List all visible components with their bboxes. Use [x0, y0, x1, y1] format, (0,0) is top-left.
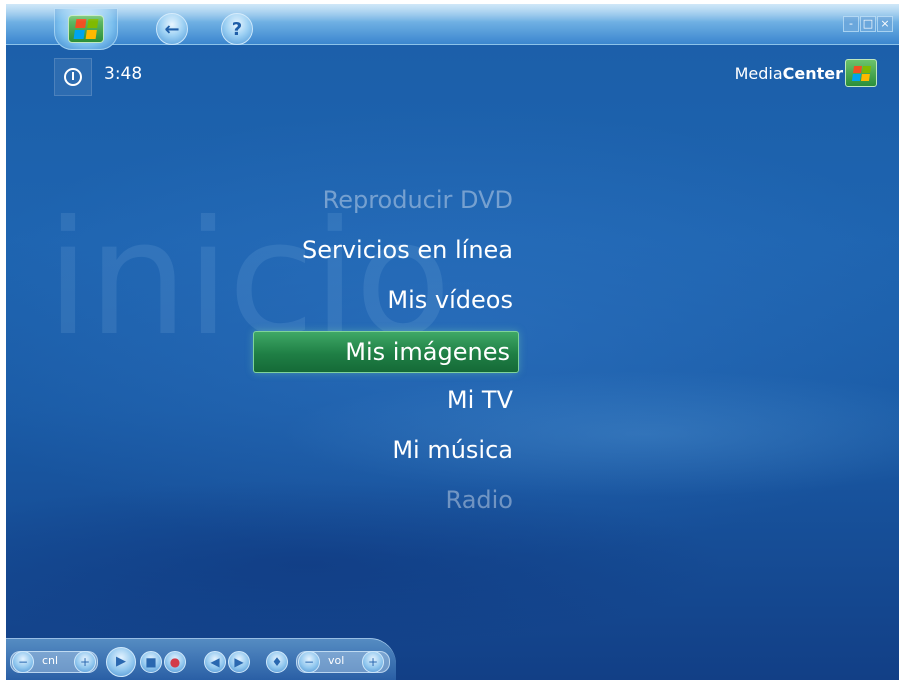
power-icon	[64, 68, 82, 86]
restore-button[interactable]: □	[860, 16, 876, 32]
fast-forward-button[interactable]: ▶	[228, 651, 250, 673]
brand-name: MediaCenter	[735, 64, 843, 83]
help-button[interactable]: ?	[221, 13, 253, 45]
menu-item-servicios-en-linea[interactable]: Servicios en línea	[296, 230, 519, 270]
mute-button[interactable]: ♦	[266, 651, 288, 673]
media-center-logo-icon	[845, 59, 877, 87]
channel-up-button[interactable]: +	[74, 651, 96, 673]
fast-forward-icon: ▶	[234, 655, 244, 669]
clock: 3:48	[104, 64, 143, 84]
arrow-left-icon: ←	[164, 18, 180, 40]
mute-icon: ♦	[271, 655, 283, 669]
rewind-button[interactable]: ◀	[204, 651, 226, 673]
brand-name-light: Media	[734, 64, 783, 83]
brand-name-bold: Center	[782, 64, 843, 83]
rewind-icon: ◀	[210, 655, 220, 669]
volume-label: vol	[328, 654, 345, 667]
menu-item-mi-tv[interactable]: Mi TV	[441, 380, 519, 420]
power-button[interactable]	[54, 58, 92, 96]
menu-item-mi-musica[interactable]: Mi música	[386, 430, 519, 470]
windows-logo-icon	[68, 15, 104, 43]
minus-icon: −	[17, 655, 29, 669]
transport-controls: − cnl + ▶ ■ ● ◀ ▶ ♦ − vol +	[6, 638, 396, 680]
start-button[interactable]	[54, 8, 118, 50]
minus-icon: −	[303, 655, 315, 669]
record-button[interactable]: ●	[164, 651, 186, 673]
plus-icon: +	[79, 655, 91, 669]
volume-down-button[interactable]: −	[298, 651, 320, 673]
channel-label: cnl	[42, 654, 59, 667]
window-controls: - □ ×	[843, 16, 893, 32]
menu-item-reproducir-dvd[interactable]: Reproducir DVD	[317, 180, 519, 220]
media-center-screen: ← ? - □ × 3:48 MediaCenter inicio Reprod…	[6, 4, 899, 680]
menu-item-radio[interactable]: Radio	[440, 480, 519, 520]
menu-item-mis-videos[interactable]: Mis vídeos	[381, 280, 519, 320]
top-bar: ← ? - □ ×	[6, 4, 899, 50]
plus-icon: +	[367, 655, 379, 669]
help-icon: ?	[231, 18, 243, 40]
back-button[interactable]: ←	[156, 13, 188, 45]
volume-up-button[interactable]: +	[362, 651, 384, 673]
stop-button[interactable]: ■	[140, 651, 162, 673]
record-icon: ●	[169, 655, 181, 669]
minimize-button[interactable]: -	[843, 16, 859, 32]
channel-down-button[interactable]: −	[12, 651, 34, 673]
play-button[interactable]: ▶	[106, 647, 136, 677]
stop-icon: ■	[145, 655, 157, 669]
menu-item-mis-imagenes[interactable]: Mis imágenes	[253, 331, 519, 373]
play-icon: ▶	[116, 654, 126, 669]
close-button[interactable]: ×	[877, 16, 893, 32]
